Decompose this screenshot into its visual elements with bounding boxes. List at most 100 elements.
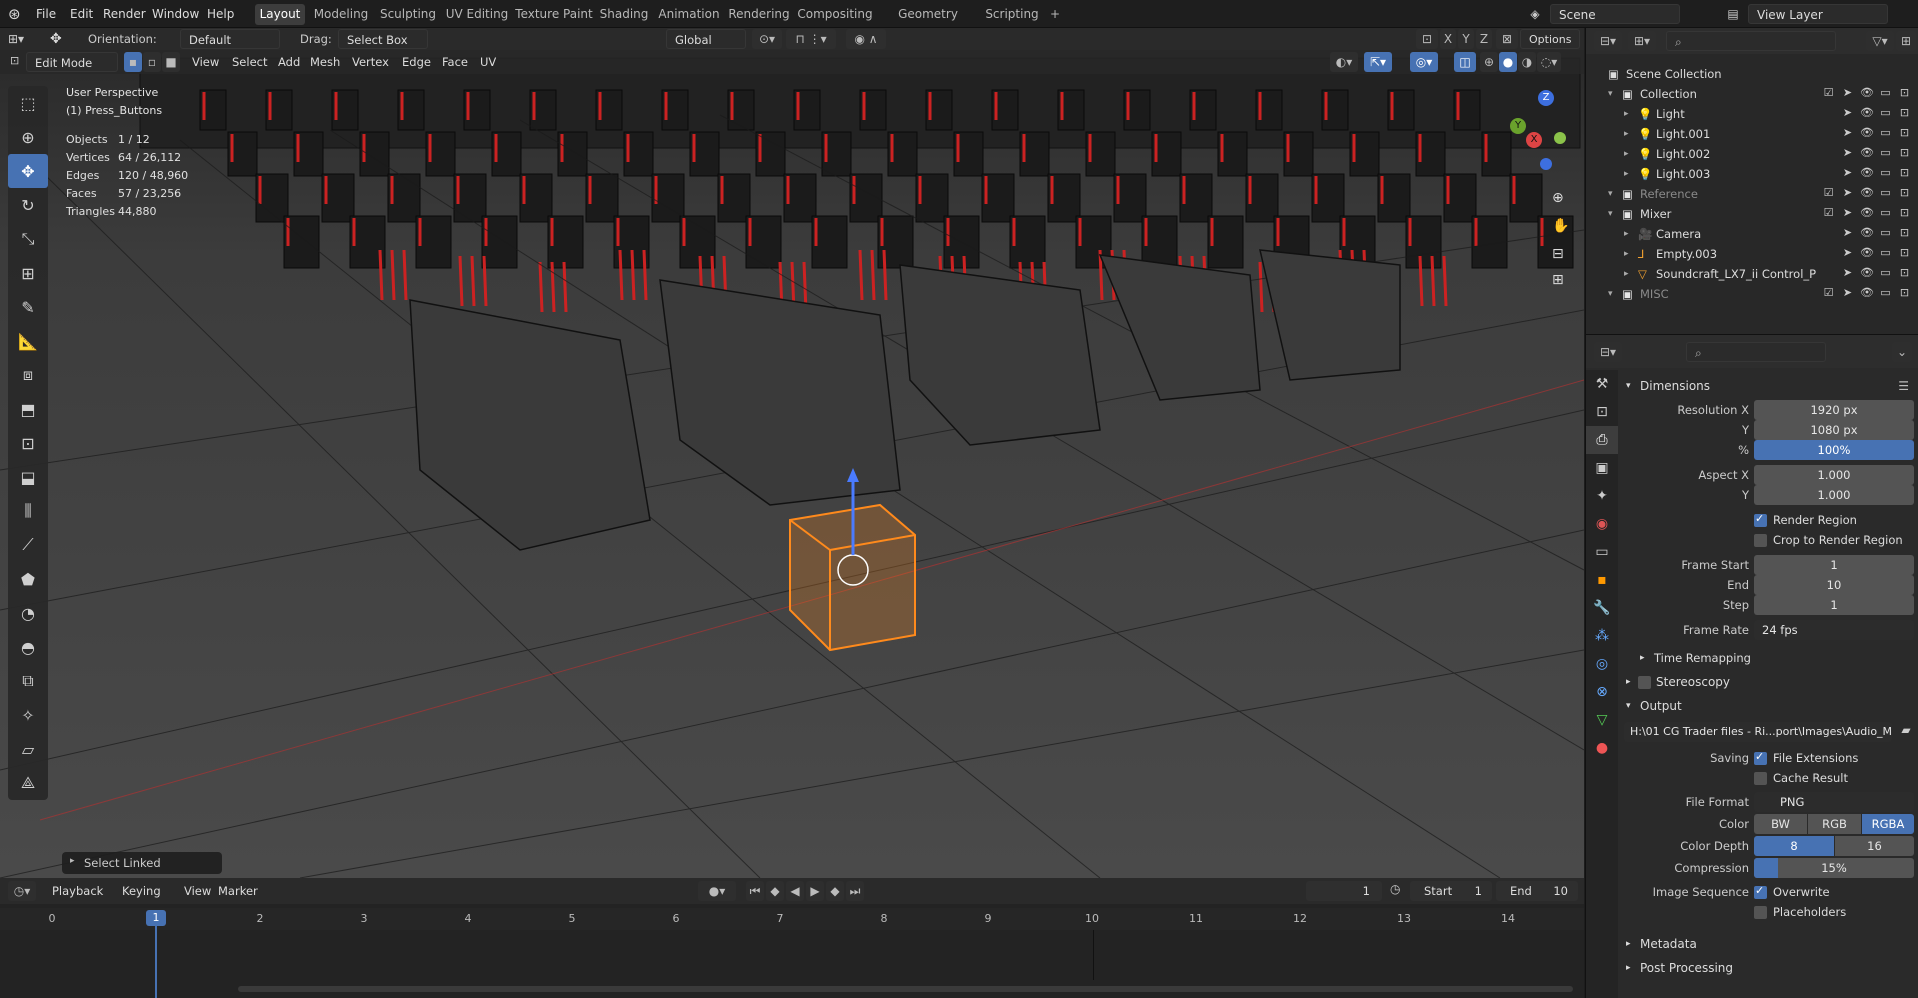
blender-logo-icon[interactable]: ⊛ bbox=[8, 5, 26, 23]
menu-vertex[interactable]: Vertex bbox=[350, 53, 391, 71]
select-arrow-icon[interactable]: ➤ bbox=[1841, 146, 1854, 159]
playhead-line[interactable] bbox=[155, 924, 157, 998]
eye-icon[interactable]: 👁 bbox=[1860, 86, 1874, 99]
select-arrow-icon[interactable]: ➤ bbox=[1841, 246, 1854, 259]
proportional-edit-icon[interactable]: ◉ ∧ bbox=[846, 29, 886, 49]
face-select-icon[interactable]: ■ bbox=[162, 52, 180, 72]
eye-icon[interactable]: 👁 bbox=[1860, 186, 1874, 199]
exclude-checkbox-icon[interactable]: ☑ bbox=[1822, 86, 1835, 99]
color-depth-16-button[interactable]: 16 bbox=[1835, 836, 1914, 856]
mode-selector[interactable]: Edit Mode bbox=[26, 52, 118, 72]
folder-icon[interactable]: ▰ bbox=[1896, 723, 1916, 743]
exclude-checkbox-icon[interactable]: ☑ bbox=[1822, 286, 1835, 299]
outliner-scene-collection[interactable]: ▣ Scene Collection bbox=[1586, 64, 1918, 84]
exclude-checkbox-icon[interactable]: ☑ bbox=[1822, 206, 1835, 219]
outliner-item[interactable]: ▸ ▽ Soundcraft_LX7_ii Control_P ➤ 👁 ▭ ⊡ bbox=[1586, 264, 1918, 284]
aspect-x-field[interactable]: 1.000 bbox=[1754, 465, 1914, 485]
3d-viewport[interactable]: ⊡ Edit Mode ▪ ▫ ■ View Select Add Mesh V… bbox=[0, 50, 1584, 878]
shrink-fatten-tool-icon[interactable]: ✧ bbox=[8, 698, 48, 732]
render-tab-icon[interactable]: ⊡ bbox=[1586, 398, 1618, 426]
eye-icon[interactable]: 👁 bbox=[1860, 286, 1874, 299]
render-camera-icon[interactable]: ⊡ bbox=[1898, 126, 1911, 139]
jump-start-icon[interactable]: ⏮ bbox=[746, 881, 764, 901]
metadata-header[interactable]: ▸ Metadata bbox=[1618, 932, 1918, 956]
editor-type-icon[interactable]: ⊞▾ bbox=[8, 30, 36, 48]
scene-render[interactable] bbox=[0, 50, 1584, 878]
tab-modeling[interactable]: Modeling bbox=[310, 4, 372, 25]
menu-edge[interactable]: Edge bbox=[400, 53, 433, 71]
monitor-icon[interactable]: ▭ bbox=[1879, 246, 1892, 259]
gizmo-neg-z[interactable] bbox=[1540, 158, 1552, 170]
color-depth-8-button[interactable]: 8 bbox=[1754, 836, 1834, 856]
menu-render[interactable]: Render bbox=[101, 5, 148, 23]
expand-arrow-icon[interactable]: ▸ bbox=[1624, 164, 1629, 184]
extrude-tool-icon[interactable]: ⬒ bbox=[8, 392, 48, 426]
scene-selector[interactable]: Scene bbox=[1550, 4, 1680, 24]
expand-arrow-icon[interactable]: ▸ bbox=[1624, 124, 1629, 144]
bevel-tool-icon[interactable]: ⬓ bbox=[8, 460, 48, 494]
gizmo-x-axis[interactable]: X bbox=[1526, 132, 1542, 148]
options-dropdown[interactable]: Options bbox=[1520, 29, 1580, 49]
eye-icon[interactable]: 👁 bbox=[1860, 146, 1874, 159]
shading-wireframe-icon[interactable]: ⊕ bbox=[1480, 52, 1498, 72]
options-chevron-icon[interactable]: ⌄ bbox=[1892, 342, 1912, 362]
annotate-tool-icon[interactable]: ✎ bbox=[8, 290, 48, 324]
edge-select-icon[interactable]: ▫ bbox=[143, 52, 161, 72]
tab-compositing[interactable]: Compositing bbox=[796, 4, 874, 25]
render-camera-icon[interactable]: ⊡ bbox=[1898, 246, 1911, 259]
dimensions-panel-header[interactable]: ▾ Dimensions ☰ bbox=[1618, 374, 1918, 398]
transform-tool-icon[interactable]: ⊞ bbox=[8, 256, 48, 290]
menu-edit[interactable]: Edit bbox=[68, 5, 95, 23]
menu-playback[interactable]: Playback bbox=[50, 882, 105, 900]
collection-tab-icon[interactable]: ▭ bbox=[1586, 538, 1618, 566]
menu-marker[interactable]: Marker bbox=[216, 882, 260, 900]
loop-cut-tool-icon[interactable]: ⫼ bbox=[8, 494, 48, 528]
properties-search-input[interactable]: ⌕ bbox=[1686, 342, 1826, 362]
select-arrow-icon[interactable]: ➤ bbox=[1841, 166, 1854, 179]
tab-sculpting[interactable]: Sculpting bbox=[376, 4, 440, 25]
render-camera-icon[interactable]: ⊡ bbox=[1898, 86, 1911, 99]
mirror-x-toggle[interactable]: X bbox=[1440, 29, 1456, 49]
tab-scripting[interactable]: Scripting bbox=[982, 4, 1042, 25]
eye-icon[interactable]: 👁 bbox=[1860, 206, 1874, 219]
filter-icon[interactable]: ▽▾ bbox=[1866, 31, 1894, 51]
crop-region-checkbox[interactable] bbox=[1754, 534, 1767, 547]
menu-file[interactable]: File bbox=[34, 5, 58, 23]
pan-hand-icon[interactable]: ✋ bbox=[1552, 218, 1569, 234]
monitor-icon[interactable]: ▭ bbox=[1879, 166, 1892, 179]
monitor-icon[interactable]: ▭ bbox=[1879, 286, 1892, 299]
monitor-icon[interactable]: ▭ bbox=[1879, 106, 1892, 119]
select-arrow-icon[interactable]: ➤ bbox=[1841, 206, 1854, 219]
outliner-item[interactable]: ▸ 💡 Light.002 ➤ 👁 ▭ ⊡ bbox=[1586, 144, 1918, 164]
jump-end-icon[interactable]: ⏭ bbox=[846, 881, 864, 901]
monitor-icon[interactable]: ▭ bbox=[1879, 226, 1892, 239]
tool-tab-icon[interactable]: ⚒ bbox=[1586, 370, 1618, 398]
eye-icon[interactable]: 👁 bbox=[1860, 246, 1874, 259]
render-camera-icon[interactable]: ⊡ bbox=[1898, 106, 1911, 119]
select-box-tool-icon[interactable]: ⬚ bbox=[8, 86, 48, 120]
tab-shading[interactable]: Shading bbox=[598, 4, 650, 25]
measure-tool-icon[interactable]: 📐 bbox=[8, 324, 48, 358]
monitor-icon[interactable]: ▭ bbox=[1879, 146, 1892, 159]
playhead-marker[interactable]: 1 bbox=[146, 910, 166, 926]
tab-geometry-nodes[interactable]: Geometry Nodes bbox=[879, 4, 977, 42]
post-processing-header[interactable]: ▸ Post Processing bbox=[1618, 956, 1918, 980]
expand-arrow-icon[interactable]: ▾ bbox=[1608, 84, 1613, 104]
menu-timeline-view[interactable]: View bbox=[182, 882, 213, 900]
xray-toggle-icon[interactable]: ◫ bbox=[1454, 52, 1476, 72]
outliner-item[interactable]: ▸ ⅃ Empty.003 ➤ 👁 ▭ ⊡ bbox=[1586, 244, 1918, 264]
poly-build-tool-icon[interactable]: ⬟ bbox=[8, 562, 48, 596]
gizmo-neg-y[interactable] bbox=[1554, 132, 1566, 144]
camera-view-icon[interactable]: ⊟ bbox=[1552, 246, 1564, 262]
shading-rendered-icon[interactable]: ◌▾ bbox=[1537, 52, 1561, 72]
tab-texture-paint[interactable]: Texture Paint bbox=[515, 4, 593, 25]
mirror-y-toggle[interactable]: Y bbox=[1458, 29, 1474, 49]
modifier-tab-icon[interactable]: 🔧 bbox=[1586, 594, 1618, 622]
tab-layout[interactable]: Layout bbox=[255, 4, 305, 25]
expand-arrow-icon[interactable]: ▾ bbox=[1608, 204, 1613, 224]
color-rgba-button[interactable]: RGBA bbox=[1862, 814, 1914, 834]
render-camera-icon[interactable]: ⊡ bbox=[1898, 166, 1911, 179]
ortho-grid-icon[interactable]: ⊞ bbox=[1552, 272, 1564, 288]
file-format-dropdown[interactable]: PNG bbox=[1754, 792, 1914, 812]
rip-tool-icon[interactable]: ⟁ bbox=[8, 766, 48, 800]
